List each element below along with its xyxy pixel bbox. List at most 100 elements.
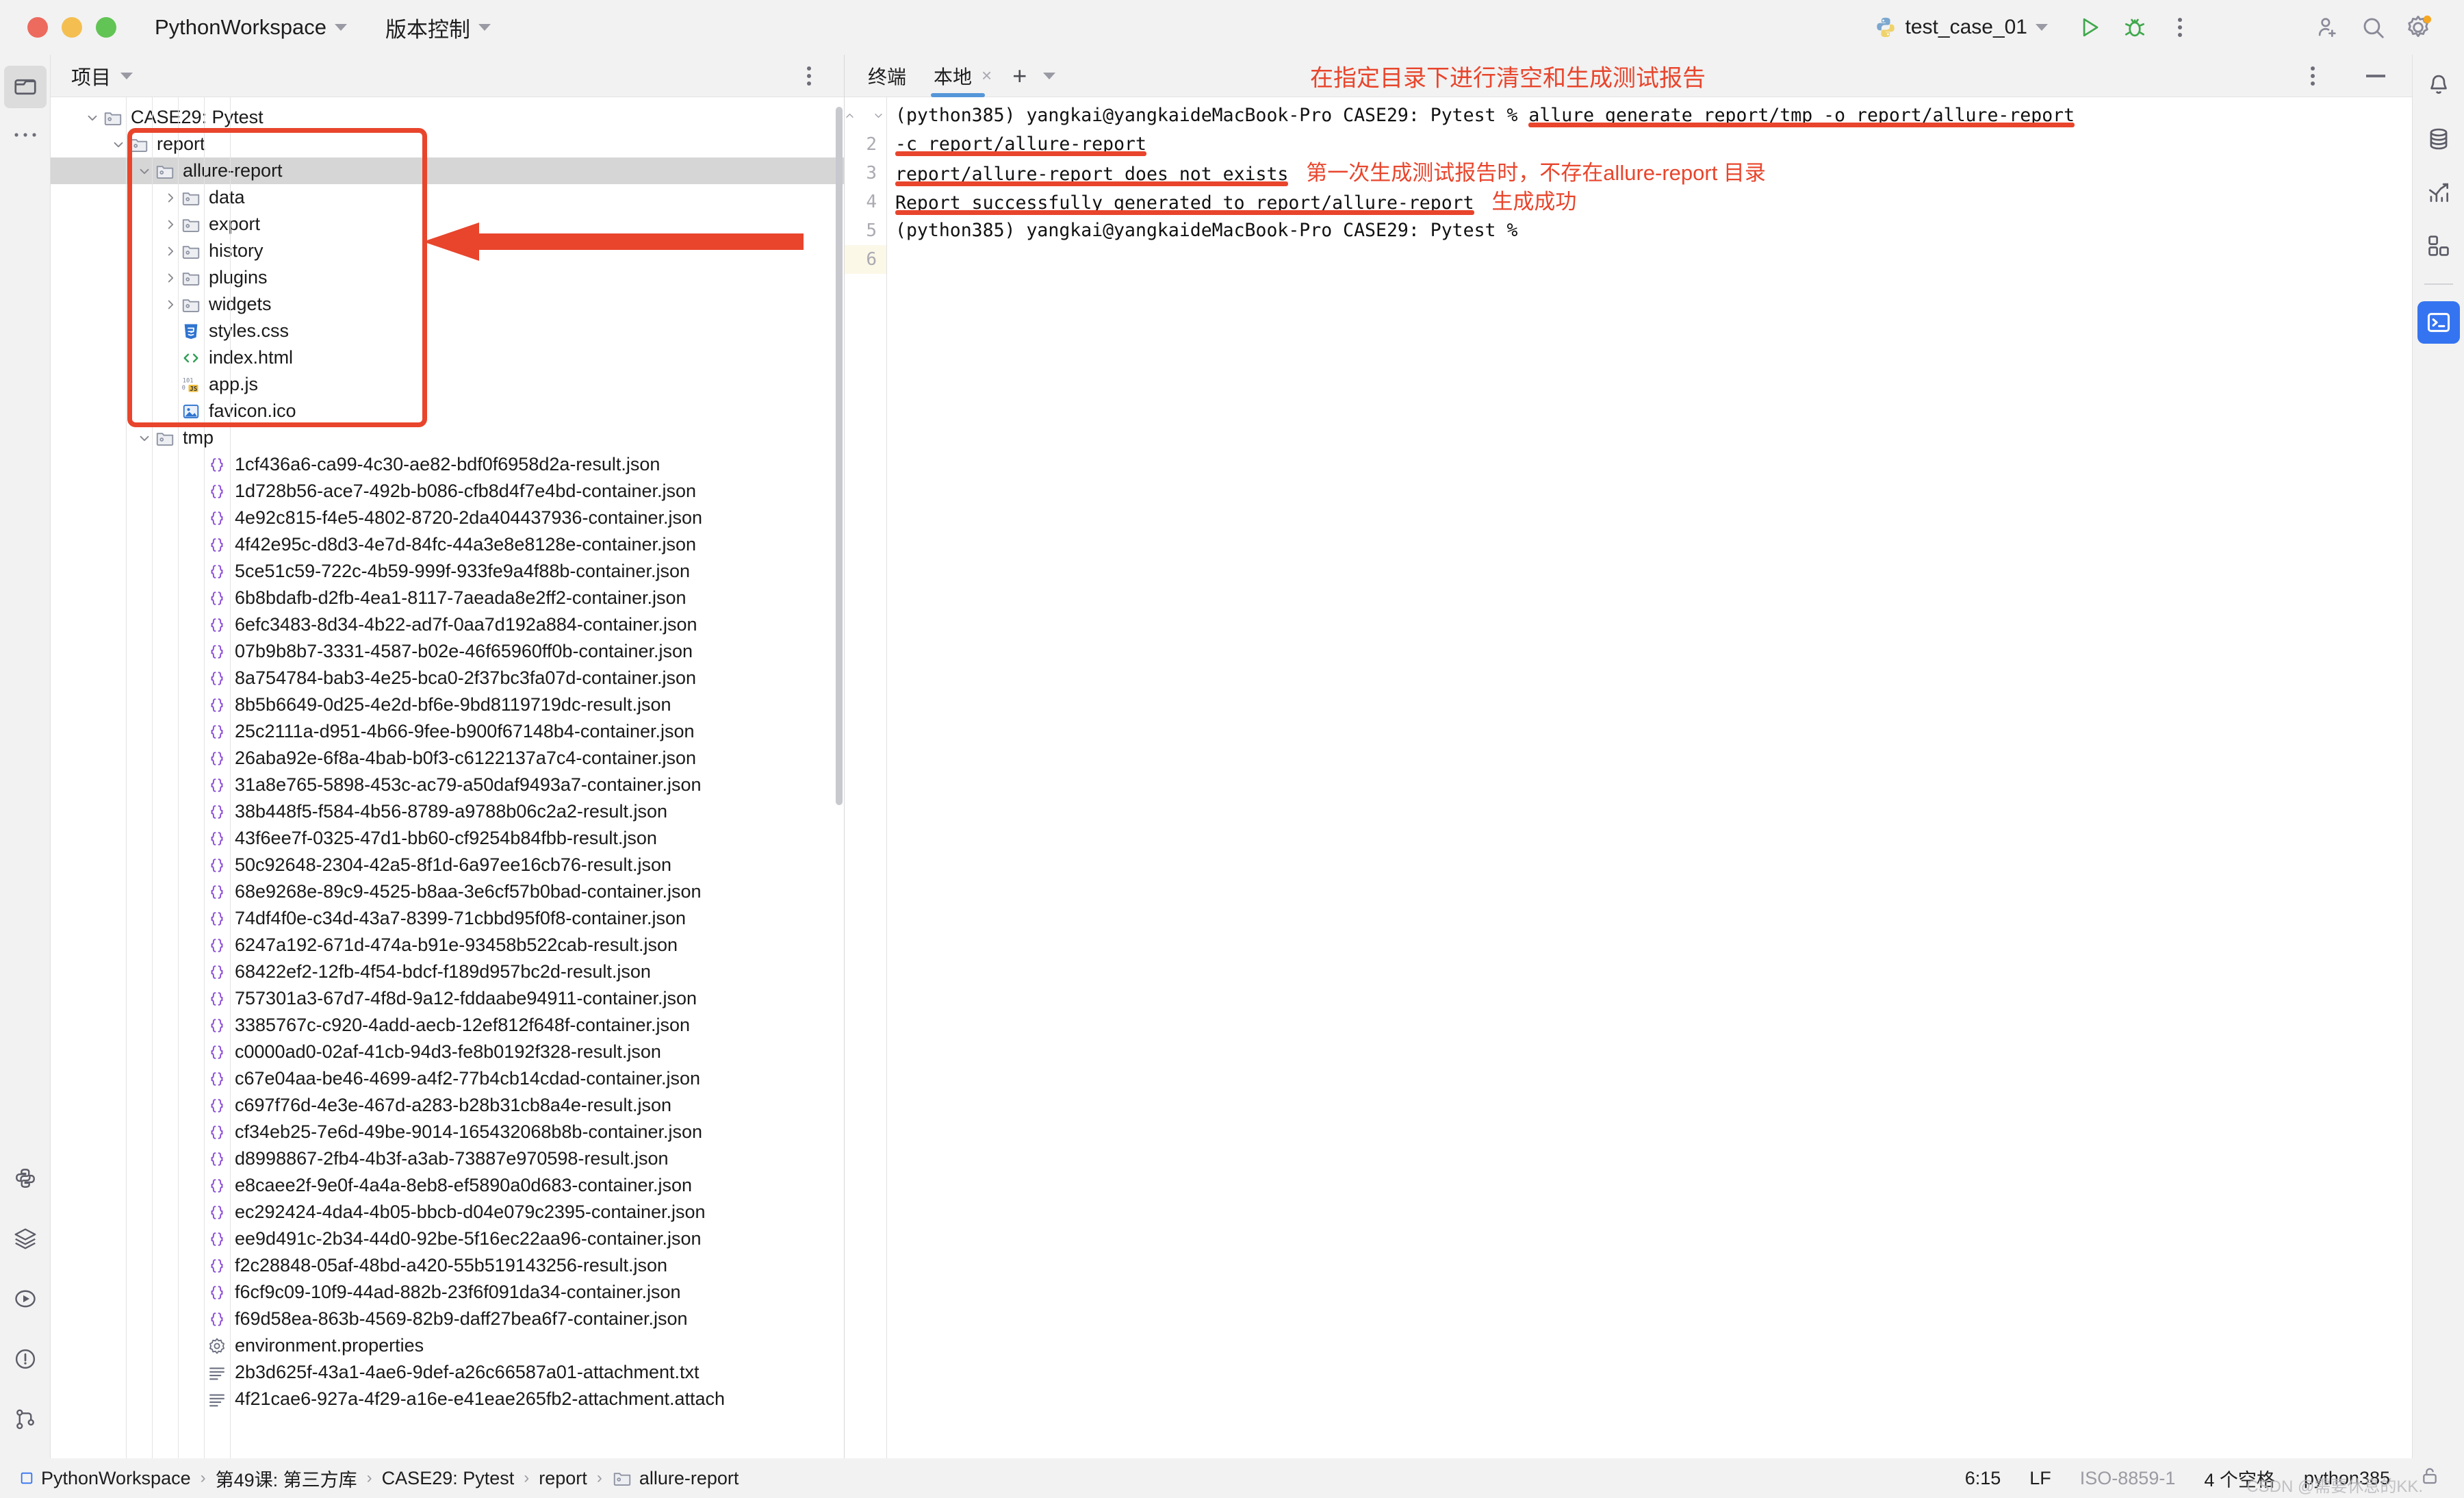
tree-row[interactable]: ee9d491c-2b34-44d0-92be-5f16ec22aa96-con… xyxy=(51,1226,844,1252)
sidebar-item-run[interactable] xyxy=(4,1278,47,1320)
tree-row[interactable]: export xyxy=(51,211,844,238)
interpreter-label[interactable]: python385 xyxy=(2304,1468,2390,1489)
tree-row[interactable]: favicon.ico xyxy=(51,398,844,424)
line-separator[interactable]: LF xyxy=(2029,1468,2051,1489)
tree-expand-toggle[interactable] xyxy=(110,137,127,152)
tree-row[interactable]: 2b3d625f-43a1-4ae6-9def-a26c66587a01-att… xyxy=(51,1359,844,1386)
tree-row[interactable]: widgets xyxy=(51,291,844,318)
chevron-right-icon[interactable] xyxy=(163,190,178,205)
project-menu[interactable]: PythonWorkspace xyxy=(155,15,347,40)
tree-row[interactable]: history xyxy=(51,238,844,264)
breadcrumb-item[interactable]: report xyxy=(539,1468,587,1489)
close-icon[interactable]: × xyxy=(981,65,992,86)
tree-row[interactable]: 50c92648-2304-42a5-8f1d-6a97ee16cb76-res… xyxy=(51,852,844,878)
breadcrumb-item[interactable]: PythonWorkspace xyxy=(19,1468,191,1489)
tree-row[interactable]: ec292424-4da4-4b05-bbcb-d04e079c2395-con… xyxy=(51,1199,844,1226)
tree-row[interactable]: allure-report xyxy=(51,157,844,184)
breadcrumb-item[interactable]: allure-report xyxy=(612,1468,739,1489)
chevron-down-icon[interactable] xyxy=(111,137,126,152)
tree-expand-toggle[interactable] xyxy=(136,431,153,446)
tree-expand-toggle[interactable] xyxy=(162,270,179,285)
tree-row[interactable]: 8b5b6649-0d25-4e2d-bf6e-9bd8119719dc-res… xyxy=(51,691,844,718)
sidebar-item-database[interactable] xyxy=(2417,118,2460,160)
sidebar-item-python-packages[interactable] xyxy=(4,1157,47,1199)
chevron-right-icon[interactable] xyxy=(163,270,178,285)
tree-row[interactable]: 8a754784-bab3-4e25-bca0-2f37bc3fa07d-con… xyxy=(51,665,844,691)
sidebar-item-plugins[interactable] xyxy=(2417,225,2460,267)
tree-row[interactable]: 4f21cae6-927a-4f29-a16e-e41eae265fb2-att… xyxy=(51,1386,844,1412)
chevron-up-icon[interactable] xyxy=(845,110,858,121)
tree-expand-toggle[interactable] xyxy=(84,110,101,125)
sidebar-item-problems[interactable] xyxy=(4,1338,47,1380)
debug-button[interactable] xyxy=(2112,7,2157,48)
tree-row[interactable]: CASE29: Pytest xyxy=(51,104,844,131)
chevron-down-icon[interactable] xyxy=(1043,72,1056,79)
tree-expand-toggle[interactable] xyxy=(162,217,179,232)
tree-row[interactable]: 26aba92e-6f8a-4bab-b0f3-c6122137a7c4-con… xyxy=(51,745,844,772)
run-configuration-selector[interactable]: test_case_01 xyxy=(1874,16,2048,39)
tree-expand-toggle[interactable] xyxy=(136,164,153,179)
chevron-down-icon[interactable] xyxy=(137,431,152,446)
file-encoding[interactable]: ISO-8859-1 xyxy=(2080,1468,2176,1489)
chevron-right-icon[interactable] xyxy=(163,297,178,312)
tree-row[interactable]: tmp xyxy=(51,424,844,451)
vcs-menu[interactable]: 版本控制 xyxy=(385,12,491,43)
tree-scrollbar[interactable] xyxy=(836,107,843,805)
sidebar-item-analytics[interactable] xyxy=(2417,171,2460,214)
tree-row[interactable]: e8caee2f-9e0f-4a4a-8eb8-ef5890a0d683-con… xyxy=(51,1172,844,1199)
tree-row[interactable]: 6efc3483-8d34-4b22-ad7f-0aa7d192a884-con… xyxy=(51,611,844,638)
add-collaborator-button[interactable] xyxy=(2305,7,2350,48)
tree-row[interactable]: 25c2111a-d951-4b66-9fee-b900f67148b4-con… xyxy=(51,718,844,745)
tree-expand-toggle[interactable] xyxy=(162,297,179,312)
tree-row[interactable]: 31a8e765-5898-453c-ac79-a50daf9493a7-con… xyxy=(51,772,844,798)
tree-row[interactable]: 757301a3-67d7-4f8d-9a12-fddaabe94911-con… xyxy=(51,985,844,1012)
tree-row[interactable]: 38b448f5-f584-4b56-8789-a9788b06c2a2-res… xyxy=(51,798,844,825)
terminal-options-button[interactable] xyxy=(2290,55,2335,97)
new-terminal-button[interactable]: + xyxy=(1012,62,1027,90)
chevron-right-icon[interactable] xyxy=(163,244,178,259)
tree-row[interactable]: data xyxy=(51,184,844,211)
tree-row[interactable]: 6247a192-671d-474a-b91e-93458b522cab-res… xyxy=(51,932,844,959)
terminal-nav-arrows[interactable] xyxy=(845,101,886,130)
sidebar-item-notifications[interactable] xyxy=(2417,64,2460,107)
tree-row[interactable]: c67e04aa-be46-4699-a4f2-77b4cb14cdad-con… xyxy=(51,1065,844,1092)
tree-row[interactable]: 1cf436a6-ca99-4c30-ae82-bdf0f6958d2a-res… xyxy=(51,451,844,478)
tree-row[interactable]: plugins xyxy=(51,264,844,291)
more-actions-button[interactable] xyxy=(2157,7,2203,48)
tree-row[interactable]: c0000ad0-02af-41cb-94d3-fe8b0192f328-res… xyxy=(51,1039,844,1065)
maximize-window-button[interactable] xyxy=(96,17,116,38)
tree-row[interactable]: 3385767c-c920-4add-aecb-12ef812f648f-con… xyxy=(51,1012,844,1039)
tree-row[interactable]: environment.properties xyxy=(51,1332,844,1359)
tree-row[interactable]: d8998867-2fb4-4b3f-a3ab-73887e970598-res… xyxy=(51,1145,844,1172)
close-window-button[interactable] xyxy=(27,17,48,38)
tree-expand-toggle[interactable] xyxy=(162,244,179,259)
search-everywhere-button[interactable] xyxy=(2350,7,2396,48)
tree-row[interactable]: c697f76d-4e3e-467d-a283-b28b31cb8a4e-res… xyxy=(51,1092,844,1119)
tree-row[interactable]: f2c28848-05af-48bd-a420-55b519143256-res… xyxy=(51,1252,844,1279)
chevron-right-icon[interactable] xyxy=(163,217,178,232)
tree-row[interactable]: 74df4f0e-c34d-43a7-8399-71cbbd95f0f8-con… xyxy=(51,905,844,932)
sidebar-item-version-control[interactable] xyxy=(4,1398,47,1440)
tree-row[interactable]: index.html xyxy=(51,344,844,371)
project-tree[interactable]: CASE29: Pytest report allure-report data exp… xyxy=(51,97,844,1458)
tree-row[interactable]: 07b9b8b7-3331-4587-b02e-46f65960ff0b-con… xyxy=(51,638,844,665)
breadcrumb-item[interactable]: CASE29: Pytest xyxy=(382,1468,515,1489)
terminal-tab-local[interactable]: 本地 × xyxy=(931,55,994,97)
chevron-down-icon[interactable] xyxy=(85,110,100,125)
chevron-down-icon[interactable] xyxy=(120,72,133,79)
terminal-body[interactable]: 2 3 4 5 6 (python385) yangkai@yangkaideMacBo… xyxy=(845,97,2412,1458)
tree-row[interactable]: f69d58ea-863b-4569-82b9-daff27bea6f7-con… xyxy=(51,1306,844,1332)
tree-row[interactable]: 6b8bdafb-d2fb-4ea1-8117-7aeada8e2ff2-con… xyxy=(51,585,844,611)
caret-position[interactable]: 6:15 xyxy=(1965,1468,2001,1489)
breadcrumb-item[interactable]: 第49课: 第三方库 xyxy=(216,1465,357,1492)
tree-row[interactable]: 1d728b56-ace7-492b-b086-cfb8d4f7e4bd-con… xyxy=(51,478,844,505)
tree-row[interactable]: 43f6ee7f-0325-47d1-bb60-cf9254b84fbb-res… xyxy=(51,825,844,852)
indent-setting[interactable]: 4 个空格 xyxy=(2204,1465,2275,1492)
breadcrumb[interactable]: PythonWorkspace › 第49课: 第三方库 › CASE29: Pytes… xyxy=(19,1465,739,1492)
tree-row[interactable]: 101 0 JS app.js xyxy=(51,371,844,398)
settings-button[interactable] xyxy=(2396,7,2441,48)
tree-row[interactable]: 4f42e95c-d8d3-4e7d-84fc-44a3e8e8128e-con… xyxy=(51,531,844,558)
tree-expand-toggle[interactable] xyxy=(162,190,179,205)
chevron-down-icon[interactable] xyxy=(137,164,152,179)
terminal-output[interactable]: (python385) yangkai@yangkaideMacBook-Pro… xyxy=(887,97,2412,1458)
